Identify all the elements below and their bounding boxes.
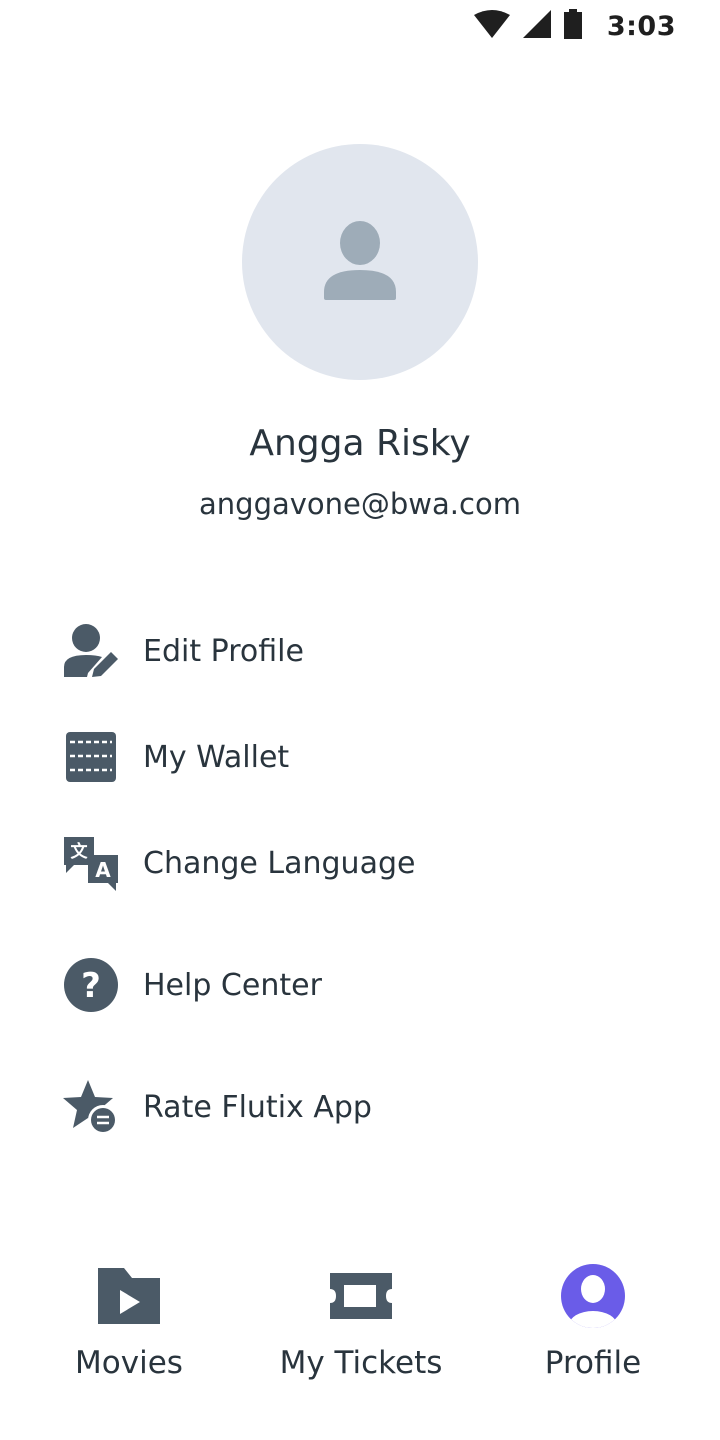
menu-item-my-wallet[interactable]: My Wallet [62,727,289,787]
battery-icon [563,9,583,43]
menu-item-label: Edit Profile [143,633,304,669]
status-time: 3:03 [606,10,676,42]
menu-item-label: Help Center [143,967,322,1003]
menu-item-change-language[interactable]: 文 A Change Language [62,833,415,893]
menu-item-label: Change Language [143,845,416,881]
svg-text:?: ? [81,966,101,1006]
ticket-icon [261,1261,461,1331]
nav-item-profile[interactable]: Profile [493,1255,693,1405]
wallet-icon [62,727,120,787]
status-icons: 3:03 [473,9,676,43]
translate-icon: 文 A [62,833,120,893]
nav-label: My Tickets [279,1345,443,1381]
status-bar: 3:03 [0,0,720,48]
nav-item-my-tickets[interactable]: My Tickets [261,1255,461,1405]
help-icon: ? [62,955,120,1015]
bottom-navigation: Movies My Tickets Profile [0,1255,720,1405]
movie-folder-icon [29,1261,229,1331]
edit-profile-icon [62,621,120,681]
cellular-signal-icon [522,10,551,42]
person-placeholder-icon [322,220,398,304]
profile-icon [493,1261,693,1331]
user-name: Angga Risky [249,423,471,464]
menu-item-label: Rate Flutix App [143,1089,372,1125]
svg-text:文: 文 [71,841,89,862]
menu-item-edit-profile[interactable]: Edit Profile [62,621,304,681]
svg-text:A: A [95,858,111,882]
profile-screen: 3:03 Angga Risky anggavone@bwa.com Edit … [0,0,720,1440]
avatar[interactable] [242,144,478,380]
nav-item-movies[interactable]: Movies [29,1255,229,1405]
menu-item-help-center[interactable]: ? Help Center [62,955,322,1015]
rate-star-icon [62,1077,120,1137]
menu-item-rate-app[interactable]: Rate Flutix App [62,1077,372,1137]
nav-label: Movies [75,1345,183,1381]
user-email: anggavone@bwa.com [199,487,521,521]
nav-label: Profile [544,1345,642,1381]
menu-item-label: My Wallet [143,739,290,775]
wifi-icon [473,9,511,43]
